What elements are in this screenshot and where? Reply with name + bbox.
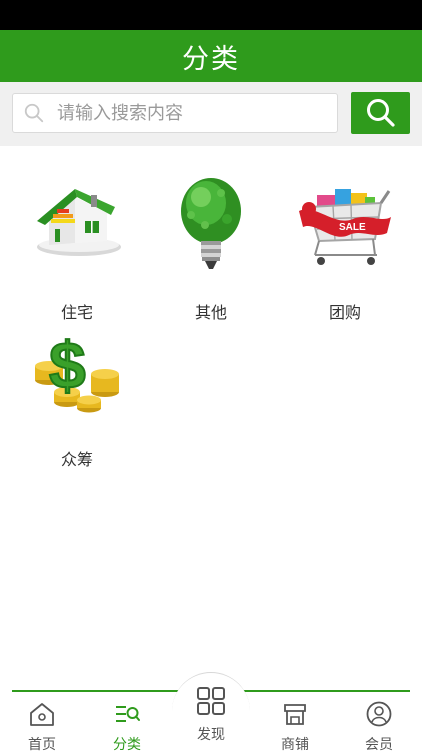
dollar-coins-icon: $ bbox=[35, 327, 119, 413]
shopping-cart-icon: SALE bbox=[299, 189, 391, 265]
tab-store[interactable]: 商铺 bbox=[260, 696, 330, 753]
category-icon bbox=[116, 706, 140, 722]
search-input[interactable] bbox=[55, 101, 319, 125]
svg-text:$: $ bbox=[49, 328, 86, 402]
search-icon bbox=[24, 103, 44, 123]
house-icon bbox=[37, 189, 121, 256]
category-item-groupbuy[interactable]: SALE 团购 bbox=[275, 175, 415, 323]
tab-label: 首页 bbox=[28, 737, 56, 753]
search-icon bbox=[366, 99, 395, 127]
category-label: 众筹 bbox=[60, 450, 93, 469]
category-item-crowdfunding[interactable]: $ 众筹 bbox=[7, 322, 147, 470]
page-title: 分类 bbox=[182, 43, 240, 75]
tab-label: 分类 bbox=[113, 737, 141, 753]
tab-home[interactable]: 首页 bbox=[7, 696, 77, 753]
tab-category[interactable]: 分类 bbox=[92, 696, 162, 753]
search-button[interactable] bbox=[351, 92, 410, 134]
tab-label: 商铺 bbox=[281, 737, 309, 753]
tab-label: 会员 bbox=[365, 737, 393, 753]
tab-member[interactable]: 会员 bbox=[344, 696, 414, 753]
store-icon bbox=[284, 704, 306, 725]
search-box[interactable] bbox=[12, 93, 338, 133]
home-icon bbox=[30, 703, 54, 726]
lightbulb-icon bbox=[181, 178, 241, 269]
app-header: 分类 bbox=[0, 30, 422, 82]
user-icon bbox=[366, 701, 392, 727]
category-label: 团购 bbox=[328, 303, 361, 322]
category-item-house[interactable]: 住宅 bbox=[7, 175, 147, 323]
search-area bbox=[0, 82, 422, 146]
category-label: 住宅 bbox=[60, 303, 93, 322]
grid-icon bbox=[197, 687, 225, 715]
category-label: 其他 bbox=[194, 303, 227, 322]
tab-discover[interactable]: 发现 bbox=[176, 680, 246, 750]
category-item-other[interactable]: 其他 bbox=[141, 175, 281, 323]
tab-label: 发现 bbox=[197, 727, 225, 743]
svg-text:SALE: SALE bbox=[339, 222, 366, 233]
status-bar bbox=[0, 0, 422, 30]
